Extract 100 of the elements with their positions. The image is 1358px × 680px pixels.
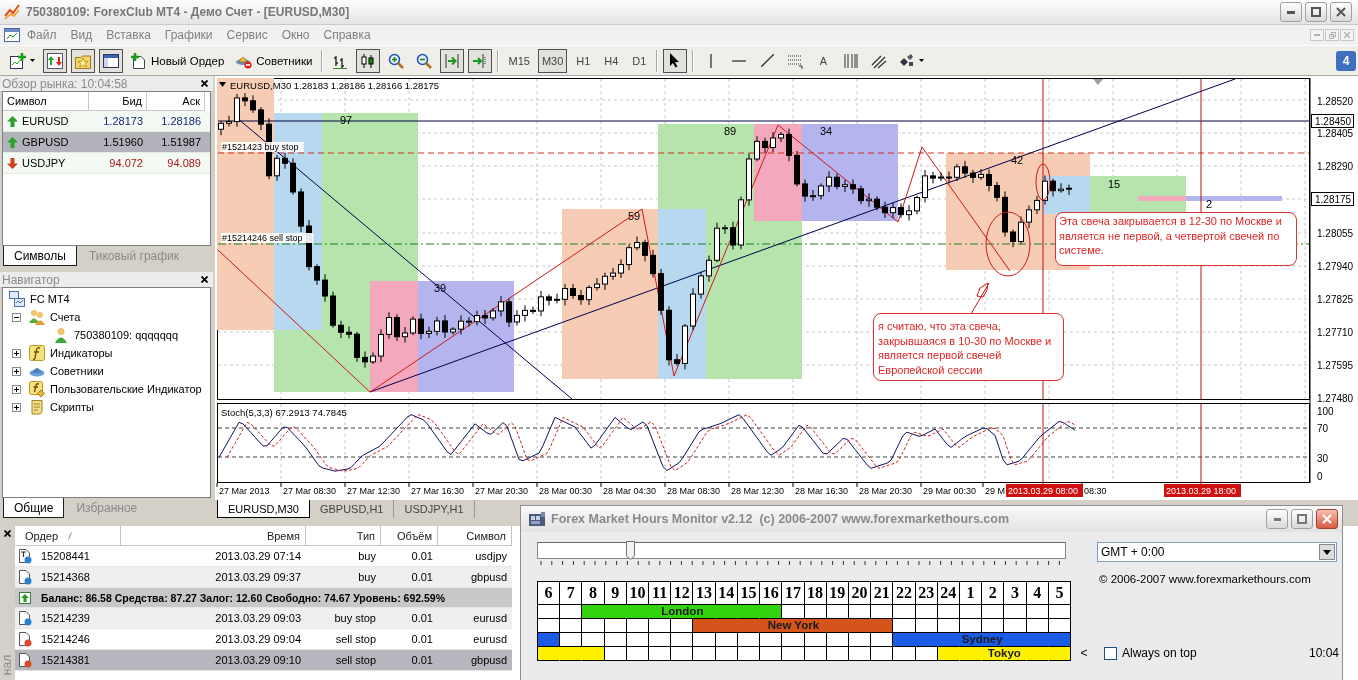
close-icon[interactable] bbox=[201, 276, 208, 283]
menu-item[interactable]: Справка bbox=[316, 26, 378, 44]
timeframe-button[interactable]: H1 bbox=[571, 48, 596, 73]
terminal-button[interactable] bbox=[99, 48, 123, 73]
expand-icon[interactable] bbox=[12, 366, 21, 376]
checkbox-label[interactable]: Always on top bbox=[1122, 646, 1197, 660]
menu-item[interactable]: Окно bbox=[274, 26, 317, 44]
arrow-down-icon bbox=[7, 157, 18, 169]
cursor-button[interactable] bbox=[663, 48, 688, 73]
ellipse-marker bbox=[985, 211, 1031, 277]
tree-item[interactable]: Скрипты bbox=[50, 401, 94, 413]
window-title: Forex Market Hours Monitor v2.12 (c) 2006-2007 www.forexmarkethours.com bbox=[551, 512, 1011, 526]
column-header[interactable]: Ордер bbox=[15, 526, 121, 546]
timeframe-button[interactable]: H4 bbox=[599, 48, 624, 73]
time-label: 28 Mar 08:30 bbox=[667, 486, 721, 496]
close-icon[interactable] bbox=[4, 530, 11, 537]
tree-item[interactable]: FC MT4 bbox=[30, 293, 70, 305]
time-label: 27 Mar 2013 bbox=[219, 486, 270, 496]
maximize-button[interactable] bbox=[1305, 2, 1327, 22]
experts-button[interactable]: Советники bbox=[232, 48, 317, 73]
quote-row[interactable]: EURUSD 1.28173 1.28186 bbox=[3, 111, 210, 132]
symbol-cell-text: usdjpy bbox=[474, 550, 508, 562]
expand-icon[interactable] bbox=[12, 384, 21, 394]
chart-tab[interactable]: USDJPY,H1 bbox=[394, 500, 475, 518]
time-label: 28 Mar 12:30 bbox=[731, 486, 785, 496]
price-label: 1.27825 bbox=[1317, 293, 1354, 305]
shift-button[interactable] bbox=[468, 48, 493, 73]
symbol-cell-text: eurusd bbox=[472, 633, 508, 645]
column-header[interactable]: Время bbox=[121, 526, 306, 546]
tree-item[interactable]: Советники bbox=[50, 365, 104, 377]
scroll-mark[interactable]: < bbox=[1080, 646, 1088, 660]
caret-icon bbox=[30, 59, 35, 62]
timeframe-button[interactable]: D1 bbox=[627, 48, 652, 73]
bid-cell-text: 1.28173 bbox=[102, 115, 144, 127]
panel-tab[interactable]: Символы bbox=[3, 246, 77, 266]
maximize-button[interactable] bbox=[1291, 509, 1313, 529]
tree-item[interactable]: Пользовательские Индикатор bbox=[50, 383, 202, 395]
messages-badge[interactable]: 4 bbox=[1336, 50, 1356, 71]
symbol-cell: GBPUSD bbox=[22, 136, 69, 148]
time-label: 28 Mar 04:30 bbox=[603, 486, 657, 496]
expand-icon[interactable] bbox=[12, 402, 21, 412]
text-button[interactable]: A bbox=[811, 48, 836, 73]
order-row[interactable]: 15214381 2013.03.29 09:10 sell stop 0.01 gbpusd bbox=[15, 650, 512, 671]
box-label: 89 bbox=[724, 125, 737, 137]
order-row[interactable]: 15214239 2013.03.29 09:03 buy stop 0.01 eurusd bbox=[15, 608, 512, 629]
indicator-title: Stoch(5,3,3) 67.2913 74.7845 bbox=[221, 407, 347, 418]
candles-button[interactable] bbox=[356, 48, 381, 73]
checkbox[interactable] bbox=[1104, 646, 1117, 660]
price-label: 1.27940 bbox=[1317, 260, 1354, 272]
type-cell-text: sell stop bbox=[334, 654, 377, 666]
panel-tab[interactable]: Общие bbox=[3, 498, 65, 518]
menu-item[interactable]: Сервис bbox=[219, 26, 275, 44]
expand-icon[interactable] bbox=[12, 348, 21, 358]
scroll-icon bbox=[29, 399, 45, 415]
chart-window-icon[interactable] bbox=[4, 28, 20, 42]
tree-item[interactable]: Счета bbox=[50, 311, 81, 323]
chart-tab[interactable]: GBPUSD,H1 bbox=[309, 500, 395, 518]
column-header[interactable]: Символ bbox=[438, 526, 512, 546]
minimize-button[interactable] bbox=[1280, 2, 1302, 22]
menu-item[interactable]: Вставка bbox=[99, 26, 158, 44]
cursor-icon bbox=[670, 53, 681, 68]
order-row[interactable]: 15214368 2013.03.29 09:37 buy 0.01 gbpusd bbox=[15, 567, 512, 588]
chart-tab[interactable]: EURUSD,M30 bbox=[217, 500, 310, 518]
time-label: 28 Mar 00:30 bbox=[539, 486, 593, 496]
arrows-window-icon bbox=[47, 52, 63, 69]
quote-row[interactable]: GBPUSD 1.51960 1.51987 bbox=[3, 132, 210, 153]
market-watch-button[interactable] bbox=[43, 48, 67, 73]
users-icon bbox=[29, 309, 45, 325]
minimize-button[interactable] bbox=[1266, 509, 1288, 529]
menu-item[interactable]: Вид bbox=[63, 26, 100, 44]
timezone-select[interactable]: GMT + 0:00 bbox=[1097, 542, 1337, 562]
volume-cell-text: 0.01 bbox=[410, 550, 434, 562]
column-header[interactable]: Тип bbox=[306, 526, 381, 546]
slider-thumb[interactable] bbox=[626, 541, 636, 560]
close-button[interactable] bbox=[1316, 509, 1338, 529]
close-icon[interactable] bbox=[201, 80, 208, 87]
time-marker-label: 2013.03.29 08:00 bbox=[1006, 484, 1083, 497]
timeframe-button[interactable]: M15 bbox=[504, 48, 534, 73]
menu-item[interactable]: Файл bbox=[20, 26, 64, 44]
tree-item[interactable]: 750380109: qqqqqqq bbox=[74, 329, 178, 341]
type-cell-text: buy bbox=[357, 571, 377, 583]
price-label: 1.27480 bbox=[1317, 392, 1354, 404]
autoscroll-button[interactable] bbox=[440, 48, 465, 73]
collapse-icon[interactable] bbox=[12, 312, 21, 322]
close-icon bbox=[1344, 32, 1350, 38]
user-icon bbox=[53, 327, 69, 343]
navigator-button[interactable] bbox=[71, 48, 95, 73]
zoom-in-icon bbox=[388, 52, 405, 69]
ask-cell-text: 1.51987 bbox=[160, 136, 202, 148]
close-button[interactable] bbox=[1330, 2, 1352, 22]
time-slider[interactable] bbox=[537, 542, 1066, 559]
symbol-cell-text: eurusd bbox=[472, 612, 508, 624]
candlestick-icon bbox=[360, 52, 377, 69]
quote-row[interactable]: USDJPY 94.072 94.089 bbox=[3, 153, 210, 174]
timeframe-button[interactable]: M30 bbox=[537, 48, 568, 73]
menu-item[interactable]: Графики bbox=[157, 26, 220, 44]
tree-item[interactable]: Индикаторы bbox=[50, 347, 113, 359]
column-header[interactable]: Объём bbox=[381, 526, 438, 546]
new-order-button[interactable]: Новый Ордер bbox=[127, 48, 229, 73]
time-label: 29 Mar 00:30 bbox=[923, 486, 977, 496]
